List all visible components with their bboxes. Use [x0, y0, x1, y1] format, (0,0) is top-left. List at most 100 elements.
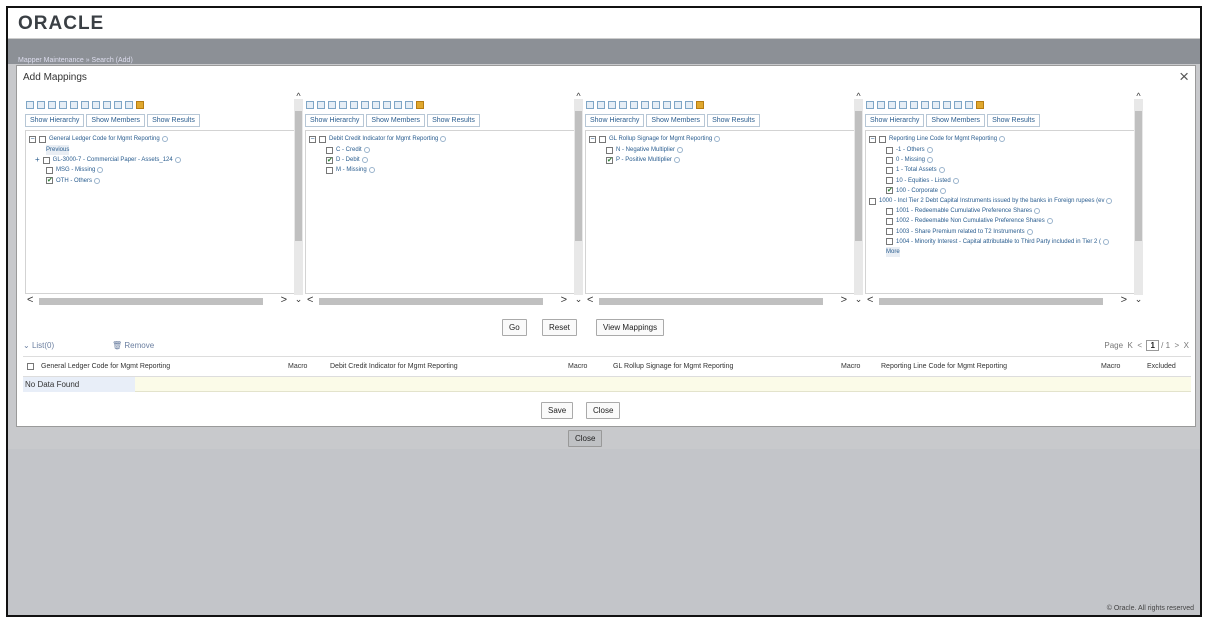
tree-item[interactable]: M - Missing	[326, 165, 375, 175]
info-icon[interactable]	[1102, 238, 1109, 245]
next-page-icon[interactable]: >	[1172, 341, 1180, 350]
scroll-right-icon[interactable]: >	[281, 294, 287, 306]
vertical-scrollbar[interactable]: ^ ⌄	[854, 91, 863, 304]
toolbar-icon[interactable]	[59, 101, 67, 109]
toolbar-icon[interactable]	[586, 101, 594, 109]
checkbox[interactable]	[886, 207, 893, 215]
scrollbar-thumb[interactable]	[295, 111, 302, 241]
info-icon[interactable]	[999, 136, 1006, 142]
scrollbar-thumb[interactable]	[39, 298, 263, 305]
vertical-scrollbar[interactable]: ^ ⌄	[294, 91, 303, 304]
tab-show-members[interactable]: Show Members	[926, 114, 986, 127]
tree-item[interactable]: 1000 - Incl Tier 2 Debt Capital Instrume…	[869, 196, 1113, 206]
toolbar-icon[interactable]	[877, 101, 885, 109]
checkbox[interactable]	[606, 146, 613, 154]
tab-show-hierarchy[interactable]: Show Hierarchy	[305, 114, 365, 127]
tab-show-members[interactable]: Show Members	[366, 114, 426, 127]
checkbox[interactable]	[46, 177, 53, 185]
checkbox[interactable]	[879, 135, 886, 143]
tree-item[interactable]: 1 - Total Assets	[886, 165, 945, 175]
scrollbar-thumb[interactable]	[855, 111, 862, 241]
first-page-icon[interactable]: K	[1125, 341, 1135, 350]
horizontal-scrollbar[interactable]: < >	[305, 294, 567, 306]
checkbox[interactable]	[869, 197, 876, 205]
toolbar-icon[interactable]	[685, 101, 693, 109]
tree-item[interactable]: D - Debit	[326, 155, 368, 165]
checkbox[interactable]	[886, 146, 893, 154]
info-icon[interactable]	[677, 147, 684, 153]
list-toggle[interactable]: ⌄ List(0)	[23, 341, 54, 350]
close-icon[interactable]: ×	[1179, 67, 1189, 87]
toolbar-icon[interactable]	[921, 101, 929, 109]
toolbar-icon[interactable]	[597, 101, 605, 109]
toolbar-icon[interactable]	[372, 101, 380, 109]
toolbar-icon[interactable]	[976, 101, 984, 109]
select-all-checkbox[interactable]	[27, 363, 34, 370]
checkbox[interactable]	[886, 228, 893, 236]
toolbar-icon[interactable]	[103, 101, 111, 109]
tree-root[interactable]: − General Ledger Code for Mgmt Reporting	[29, 134, 168, 144]
toolbar-icon[interactable]	[866, 101, 874, 109]
checkbox[interactable]	[886, 217, 893, 225]
tree-root[interactable]: − Debit Credit Indicator for Mgmt Reporti…	[309, 134, 447, 144]
info-icon[interactable]	[161, 136, 168, 142]
info-icon[interactable]	[927, 157, 934, 164]
toolbar-icon[interactable]	[641, 101, 649, 109]
tree-item[interactable]: 1004 - Minority Interest - Capital attri…	[886, 237, 1109, 247]
info-icon[interactable]	[97, 167, 104, 174]
tree-item[interactable]: 100 - Corporate	[886, 186, 947, 196]
checkbox[interactable]	[326, 156, 333, 164]
toolbar-icon[interactable]	[932, 101, 940, 109]
tree-item[interactable]: 1003 - Share Premium related to T2 Instr…	[886, 227, 1033, 237]
toolbar-icon[interactable]	[92, 101, 100, 109]
current-page-input[interactable]: 1	[1146, 340, 1159, 351]
toolbar-icon[interactable]	[350, 101, 358, 109]
toolbar-icon[interactable]	[26, 101, 34, 109]
toolbar-icon[interactable]	[361, 101, 369, 109]
toolbar-icon[interactable]	[70, 101, 78, 109]
info-icon[interactable]	[1034, 208, 1041, 215]
toolbar-icon[interactable]	[674, 101, 682, 109]
toolbar-icon[interactable]	[888, 101, 896, 109]
prev-page-icon[interactable]: <	[1137, 341, 1144, 350]
toolbar-icon[interactable]	[328, 101, 336, 109]
info-icon[interactable]	[1046, 218, 1053, 225]
tree-item[interactable]: MSG - Missing	[46, 165, 104, 175]
checkbox[interactable]	[46, 166, 53, 174]
info-icon[interactable]	[363, 147, 370, 153]
tree-item[interactable]: Previous	[46, 145, 70, 155]
collapse-icon[interactable]: −	[589, 135, 596, 143]
checkbox[interactable]	[319, 135, 326, 143]
scroll-right-icon[interactable]: >	[561, 294, 567, 306]
scroll-right-icon[interactable]: >	[841, 294, 847, 306]
info-icon[interactable]	[940, 187, 947, 194]
tab-show-results[interactable]: Show Results	[707, 114, 760, 127]
toolbar-icon[interactable]	[114, 101, 122, 109]
scrollbar-thumb[interactable]	[879, 298, 1103, 305]
horizontal-scrollbar[interactable]: < >	[585, 294, 847, 306]
scroll-up-icon[interactable]: ^	[854, 91, 863, 101]
toolbar-icon[interactable]	[965, 101, 973, 109]
checkbox[interactable]	[599, 135, 606, 143]
toolbar-icon[interactable]	[125, 101, 133, 109]
checkbox[interactable]	[42, 156, 50, 164]
vertical-scrollbar[interactable]: ^ ⌄	[1134, 91, 1143, 304]
toolbar-icon[interactable]	[954, 101, 962, 109]
tree-item[interactable]: -1 - Others	[886, 145, 933, 155]
scroll-left-icon[interactable]: <	[27, 294, 33, 306]
info-icon[interactable]	[926, 147, 933, 153]
toolbar-icon[interactable]	[943, 101, 951, 109]
horizontal-scrollbar[interactable]: < >	[865, 294, 1127, 306]
toolbar-icon[interactable]	[306, 101, 314, 109]
checkbox[interactable]	[326, 146, 333, 154]
checkbox[interactable]	[606, 156, 613, 164]
tree-item[interactable]: 1001 - Redeemable Cumulative Preference …	[886, 206, 1041, 216]
tree-item[interactable]: More	[886, 247, 900, 257]
scroll-down-icon[interactable]: ⌄	[574, 294, 583, 305]
collapse-icon[interactable]: −	[869, 135, 876, 143]
last-page-icon[interactable]: X	[1181, 341, 1189, 350]
info-icon[interactable]	[673, 157, 680, 164]
toolbar-icon[interactable]	[608, 101, 616, 109]
page-close-button[interactable]: Close	[568, 430, 603, 447]
checkbox[interactable]	[326, 166, 333, 174]
